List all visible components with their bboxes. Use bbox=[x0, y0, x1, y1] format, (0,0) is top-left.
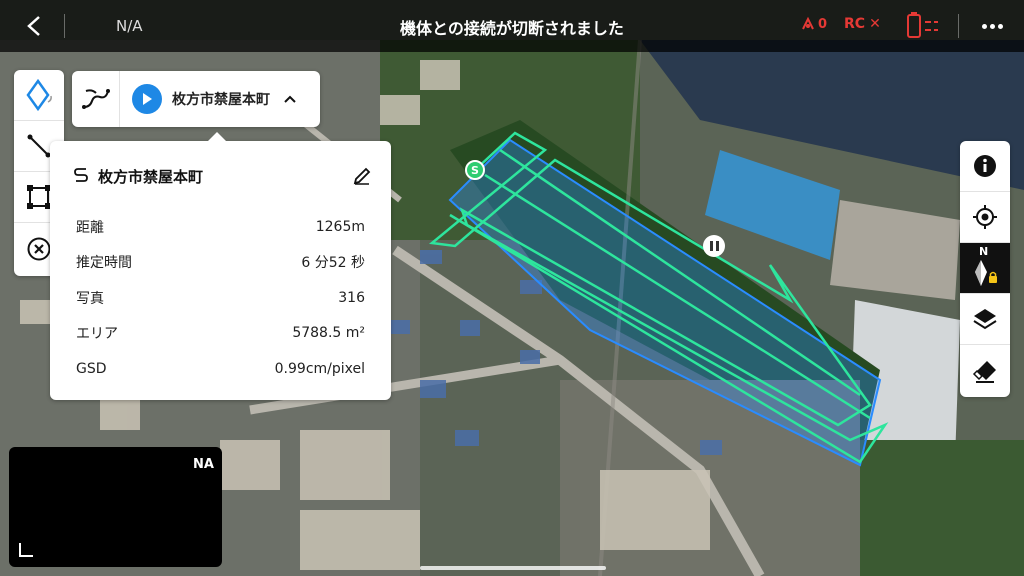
video-status-label: NA bbox=[193, 457, 214, 472]
right-toolbar: N bbox=[960, 141, 1010, 397]
pause-marker-button[interactable] bbox=[703, 235, 725, 257]
waypoint-tool[interactable] bbox=[14, 70, 64, 121]
start-point-marker[interactable]: S bbox=[465, 160, 485, 180]
info-value: 316 bbox=[338, 289, 365, 306]
expand-corner-icon[interactable] bbox=[19, 543, 33, 557]
info-value: 5788.5 m² bbox=[292, 325, 365, 342]
eraser-icon bbox=[972, 360, 996, 383]
area-tool-icon bbox=[27, 185, 51, 209]
info-value: 0.99cm/pixel bbox=[274, 360, 365, 377]
signal-lost-icon: 0 bbox=[800, 16, 827, 32]
divider bbox=[958, 14, 959, 38]
more-dots-icon[interactable] bbox=[978, 14, 1006, 38]
info-row-estimated-time: 推定時間 6 分52 秒 bbox=[76, 245, 365, 281]
locate-icon bbox=[973, 205, 997, 229]
info-label: 距離 bbox=[76, 219, 104, 236]
info-button[interactable] bbox=[960, 141, 1010, 192]
battery-icon bbox=[907, 12, 938, 38]
compass-north-label: N bbox=[979, 245, 989, 258]
info-label: エリア bbox=[76, 326, 118, 343]
info-row-area: エリア 5788.5 m² bbox=[76, 316, 365, 352]
top-status-bar: N/A 機体との接続が切断されました 0 RC ✕ bbox=[0, 0, 1024, 52]
waypoint-diamond-icon bbox=[26, 78, 52, 112]
edit-pencil-icon[interactable] bbox=[349, 163, 375, 189]
signal-value: 0 bbox=[818, 16, 828, 32]
info-label: GSD bbox=[76, 360, 107, 377]
locate-button[interactable] bbox=[960, 192, 1010, 243]
route-path-icon bbox=[72, 71, 120, 127]
route-header-card[interactable]: 枚方市禁屋本町 bbox=[72, 71, 320, 127]
route-info-panel: 枚方市禁屋本町 距離 1265m 推定時間 6 分52 秒 写真 316 エリア… bbox=[50, 132, 391, 400]
info-row-distance: 距離 1265m bbox=[76, 209, 365, 245]
divider bbox=[64, 14, 65, 38]
play-icon bbox=[143, 93, 152, 105]
route-name: 枚方市禁屋本町 bbox=[172, 92, 270, 108]
info-value: 6 分52 秒 bbox=[301, 255, 365, 272]
clear-cross-icon bbox=[27, 237, 51, 260]
compass-button[interactable]: N bbox=[960, 243, 1010, 294]
panel-header: 枚方市禁屋本町 bbox=[72, 163, 375, 189]
rc-label: RC bbox=[844, 16, 866, 32]
camera-preview[interactable]: NA bbox=[9, 447, 222, 567]
line-tool-icon bbox=[27, 134, 51, 158]
info-row-gsd: GSD 0.99cm/pixel bbox=[76, 351, 365, 387]
info-label: 写真 bbox=[76, 290, 104, 307]
aircraft-name: N/A bbox=[116, 17, 143, 35]
chevron-up-icon[interactable] bbox=[280, 89, 300, 109]
play-button[interactable] bbox=[132, 84, 162, 114]
info-rows: 距離 1265m 推定時間 6 分52 秒 写真 316 エリア 5788.5 … bbox=[76, 209, 365, 387]
route-path-icon bbox=[74, 168, 88, 182]
connection-status-text: 機体との接続が切断されました bbox=[400, 19, 624, 38]
info-row-photos: 写真 316 bbox=[76, 280, 365, 316]
info-value: 1265m bbox=[315, 218, 365, 235]
layers-icon bbox=[973, 309, 997, 330]
back-arrow-icon[interactable] bbox=[14, 10, 54, 42]
panel-title: 枚方市禁屋本町 bbox=[98, 167, 204, 186]
home-indicator[interactable] bbox=[420, 566, 606, 570]
info-label: 推定時間 bbox=[76, 255, 132, 272]
rc-status: RC ✕ bbox=[844, 16, 881, 32]
info-icon bbox=[974, 155, 996, 177]
rc-disconnected-icon: ✕ bbox=[869, 16, 881, 32]
eraser-button[interactable] bbox=[960, 345, 1010, 396]
layers-button[interactable] bbox=[960, 294, 1010, 345]
